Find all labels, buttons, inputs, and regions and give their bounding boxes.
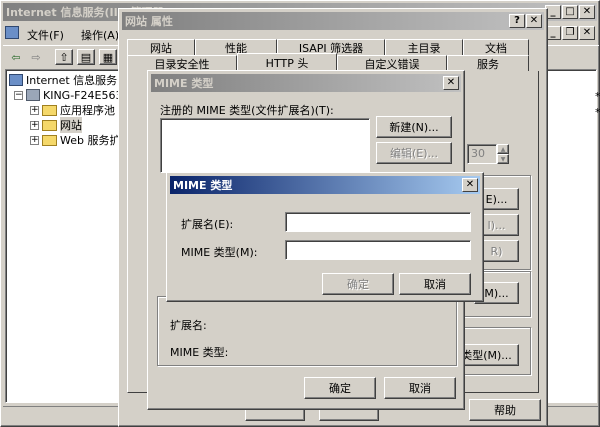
tree-root[interactable]: Internet 信息服务 — [9, 73, 117, 87]
iis-root-icon — [9, 74, 23, 86]
show-tree-icon[interactable]: ▤ — [77, 49, 95, 65]
tree-item-label: 应用程序池 — [60, 104, 115, 117]
spinner-down-arrow[interactable]: ▼ — [497, 154, 509, 164]
button-label: 取消 — [409, 382, 431, 395]
back-arrow-icon[interactable]: ⇦ — [7, 49, 25, 65]
properties-help-bottom-button[interactable]: 帮助 — [469, 399, 541, 421]
properties-close-button[interactable]: ✕ — [526, 14, 542, 28]
expiry-spinner-input[interactable]: 30 — [467, 144, 497, 164]
tree-server[interactable]: − KING-F24E5634 — [14, 88, 123, 102]
menu-action[interactable]: 操作(A) — [81, 27, 119, 43]
edit-mime-button[interactable]: 编辑(E)... — [376, 142, 452, 164]
tab-custom-errors[interactable]: 自定义错误 — [337, 55, 447, 71]
spinner-value: 30 — [471, 147, 485, 160]
tree-item-label: Web 服务扩 — [60, 134, 121, 147]
tab-label: 主目录 — [407, 41, 441, 55]
tab-label: 文档 — [485, 41, 507, 55]
mime-type-input[interactable] — [285, 240, 471, 260]
maximize-button[interactable]: □ — [562, 5, 578, 19]
tree-root-label: Internet 信息服务 — [26, 74, 118, 87]
button-label: 新建(N)... — [389, 121, 439, 134]
expand-icon[interactable]: + — [30, 105, 39, 115]
button-label: 确定 — [329, 382, 351, 395]
ext-detail-label: 扩展名: — [170, 319, 207, 332]
folder-icon — [42, 104, 57, 116]
spinner-up-arrow[interactable]: ▲ — [497, 144, 509, 154]
mime-edit-title: MIME 类型 — [173, 179, 233, 192]
mime-edit-titlebar[interactable]: MIME 类型 — [170, 176, 480, 194]
tree-server-label: KING-F24E5634 — [43, 88, 123, 102]
tree-item-websites[interactable]: + 网站 — [30, 117, 82, 133]
up-folder-icon[interactable]: ⇧ — [55, 49, 73, 65]
app-menu-icon[interactable] — [5, 26, 19, 39]
list-mark: * — [595, 106, 600, 119]
tab-website[interactable]: 网站 — [127, 39, 195, 55]
extension-label: 扩展名(E): — [181, 218, 234, 231]
tab-http-headers[interactable]: HTTP 头 — [237, 53, 337, 71]
tree-item-label: 网站 — [60, 117, 82, 133]
detail-pane: * * — [546, 69, 600, 403]
properties-icon[interactable]: ▦ — [99, 49, 117, 65]
type-detail-label: MIME 类型: — [170, 346, 229, 359]
mime-type-label: MIME 类型(M): — [181, 246, 258, 259]
button-label: 确定 — [347, 278, 369, 291]
properties-help-button[interactable]: ? — [509, 14, 525, 28]
tab-documents[interactable]: 文档 — [463, 39, 529, 55]
extension-input[interactable] — [285, 212, 471, 232]
properties-titlebar[interactable]: 网站 属性 — [122, 12, 544, 30]
registered-mime-label: 注册的 MIME 类型(文件扩展名)(T): — [160, 104, 334, 117]
forward-arrow-icon[interactable]: ⇨ — [27, 49, 45, 65]
collapse-icon[interactable]: − — [14, 90, 23, 100]
list-mark: * — [595, 90, 600, 103]
mime-type-edit-dialog: MIME 类型 ✕ 扩展名(E): MIME 类型(M): 确定 取消 — [166, 172, 484, 302]
tab-directory-security[interactable]: 目录安全性 — [127, 55, 237, 71]
button-label: 帮助 — [494, 404, 516, 417]
button-label: 取消 — [424, 278, 446, 291]
expand-icon[interactable]: + — [30, 135, 39, 145]
tab-label: 网站 — [150, 41, 172, 55]
menu-file[interactable]: 文件(F) — [27, 27, 64, 43]
close-button[interactable]: ✕ — [579, 5, 595, 19]
properties-title: 网站 属性 — [125, 15, 173, 28]
folder-icon — [42, 119, 57, 131]
child-restore-button[interactable]: ❐ — [562, 26, 578, 40]
tree-item-app-pools[interactable]: + 应用程序池 — [30, 103, 115, 117]
mime-types-title: MIME 类型 — [154, 77, 214, 90]
tab-label: HTTP 头 — [265, 56, 309, 70]
mime-types-titlebar[interactable]: MIME 类型 — [151, 74, 461, 92]
mime-cancel-button[interactable]: 取消 — [384, 377, 456, 399]
mime-ok-button[interactable]: 确定 — [304, 377, 376, 399]
tab-label: 服务 — [477, 57, 499, 71]
new-mime-button[interactable]: 新建(N)... — [376, 116, 452, 138]
button-label: 编辑(E)... — [389, 147, 439, 160]
tree-item-web-ext[interactable]: + Web 服务扩 — [30, 133, 120, 147]
tab-service[interactable]: 服务 — [447, 55, 529, 71]
expand-icon[interactable]: + — [30, 120, 39, 130]
mime-edit-ok-button[interactable]: 确定 — [322, 273, 394, 295]
mime-edit-cancel-button[interactable]: 取消 — [399, 273, 471, 295]
mime-types-close-button[interactable]: ✕ — [443, 76, 459, 90]
tree-pane: Internet 信息服务 − KING-F24E5634 + 应用程序池 + … — [5, 69, 123, 403]
tab-home-directory[interactable]: 主目录 — [385, 39, 463, 55]
server-icon — [26, 89, 40, 101]
folder-icon — [42, 134, 57, 146]
mime-type-list[interactable] — [160, 118, 370, 173]
child-close-button[interactable]: ✕ — [579, 26, 595, 40]
mime-edit-close-button[interactable]: ✕ — [462, 178, 478, 192]
